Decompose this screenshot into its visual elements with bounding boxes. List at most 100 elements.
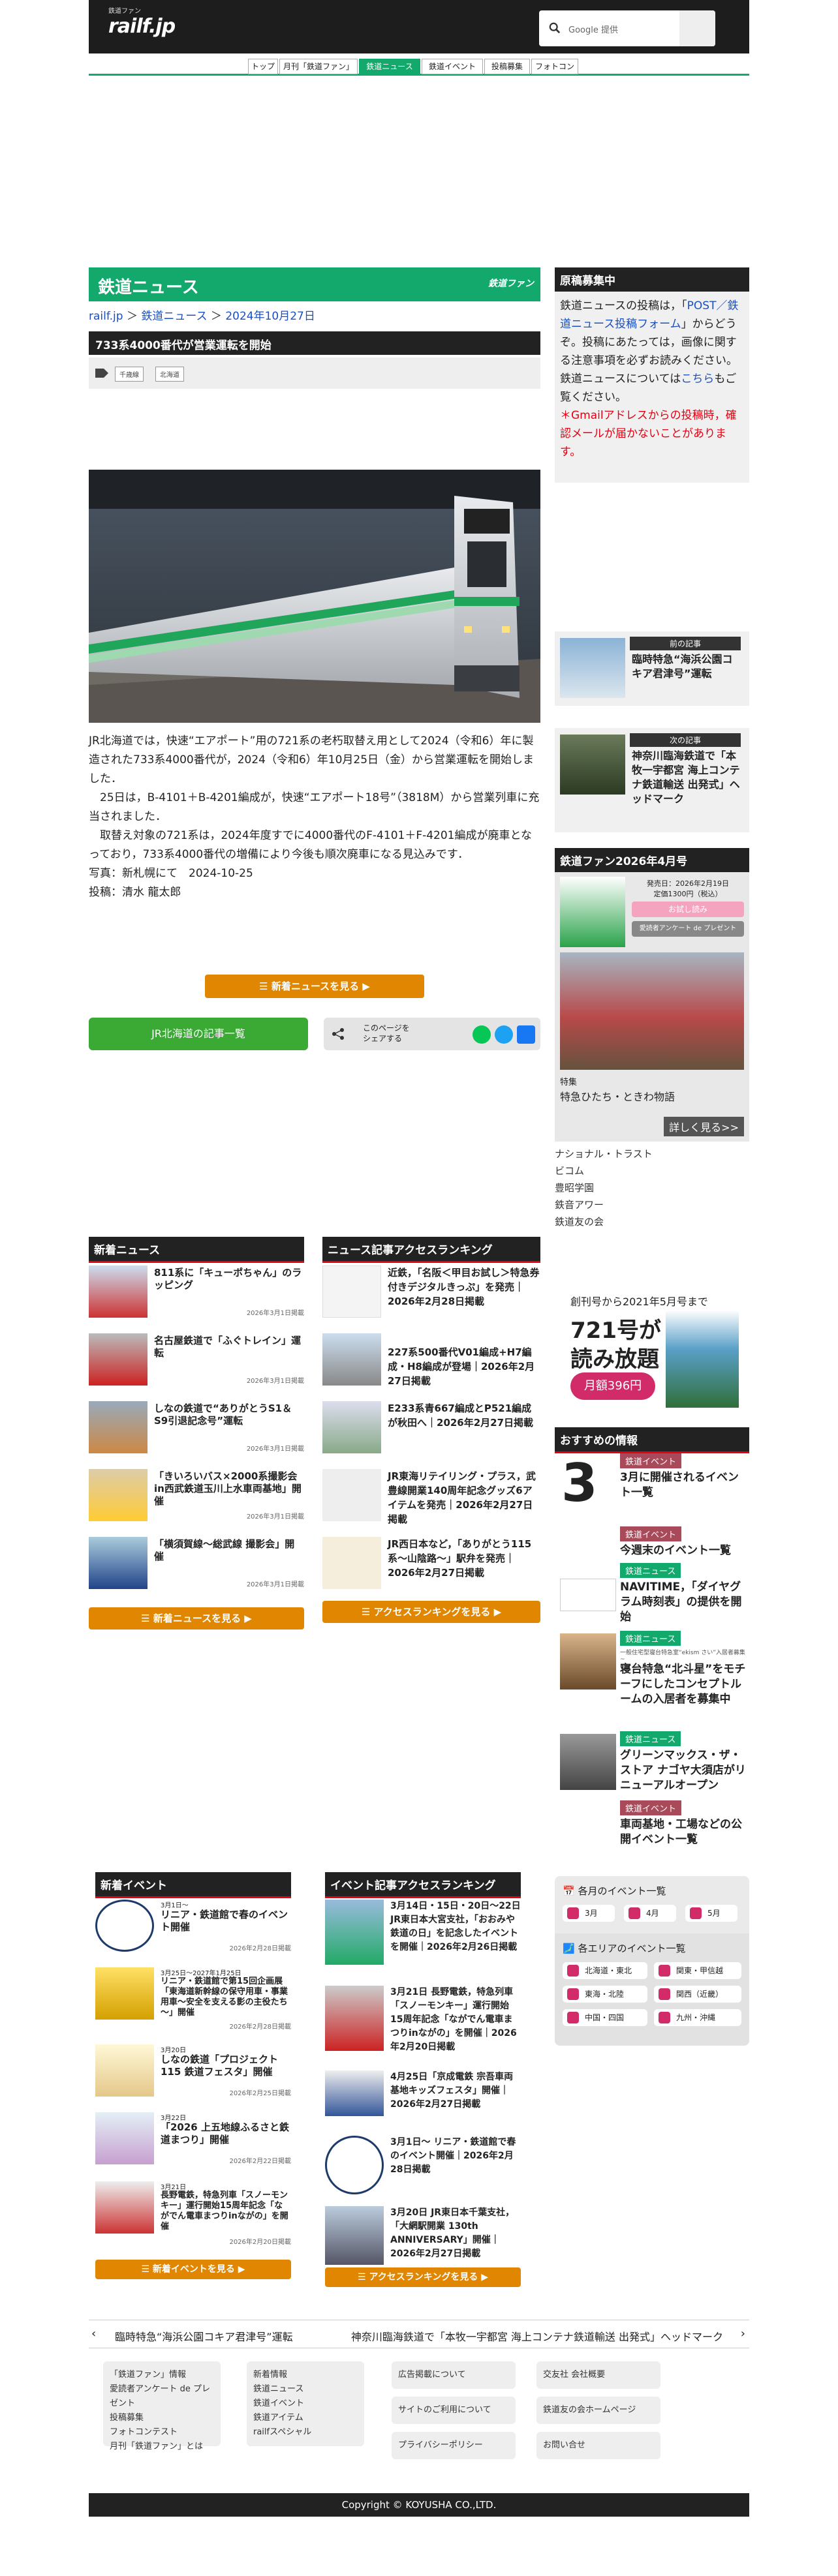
subscription-promo[interactable]: 創刊号から2021年5月号まで 721号が 読み放題 月額396円	[555, 1286, 749, 1417]
tab-photocon[interactable]: フォトコン	[531, 59, 578, 74]
ranking-item[interactable]: 3月14日・15日・20日～22日 JR東日本大宮支社，「おおみや鉄道の日」を記…	[325, 1900, 521, 1978]
news-item[interactable]: 「横須賀線～総武線 撮影会」開催 2026年3月1日掲載	[89, 1537, 304, 1602]
main-nav: トップ 月刊「鉄道ファン」 鉄道ニュース 鉄道イベント 投稿募集 フォトコン	[89, 53, 749, 76]
month-link-3[interactable]: 3月	[563, 1905, 615, 1922]
news-item[interactable]: 名古屋鉄道で「ふぐトレイン」運転 2026年3月1日掲載	[89, 1333, 304, 1399]
event-item[interactable]: 3月20日 しなの鉄道「プロジェクト115 鉄道フェスタ」開催 2026年2月2…	[95, 2044, 291, 2103]
trial-read-button[interactable]: お試し読み	[632, 902, 744, 917]
tab-magazine[interactable]: 月刊「鉄道ファン」	[279, 59, 358, 74]
magazine-cover[interactable]	[560, 877, 625, 947]
area-link[interactable]: 中国・四国	[563, 2009, 647, 2026]
event-item[interactable]: 3月21日 長野電鉄，特急列車「スノーモンキー」運行開始15周年記念「ながでん電…	[95, 2181, 291, 2247]
sponsor-link[interactable]: 豊昭学園	[555, 1181, 653, 1198]
chevron-left-icon[interactable]: ‹	[91, 2327, 96, 2341]
magazine-more-link[interactable]: 詳しく見る>>	[664, 1117, 744, 1136]
footer-link[interactable]: 「鉄道ファン」情報	[110, 2368, 214, 2382]
area-icon	[567, 1988, 579, 2000]
event-item[interactable]: 3月25日～2027年1月25日 リニア・鉄道館で第15回企画展「東海道新幹線の…	[95, 1967, 291, 2033]
share-box: このページを シェアする	[324, 1018, 540, 1050]
more-news-button[interactable]: ☰ 新着ニュースを見る ▶	[205, 975, 424, 998]
news-item[interactable]: しなの鉄道で“ありがとうS1＆S9引退記念号”運転 2026年3月1日掲載	[89, 1401, 304, 1466]
search-input[interactable]: Google 提供	[568, 23, 618, 35]
event-item[interactable]: 3月22日 「2026 上五地線ふるさと鉄道まつり」開催 2026年2月22日掲…	[95, 2112, 291, 2171]
facebook-share-icon[interactable]	[517, 1025, 535, 1044]
jr-hokkaido-articles-button[interactable]: JR北海道の記事一覧	[89, 1018, 308, 1050]
tag-chitose[interactable]: 千歳線	[115, 367, 144, 382]
more-news-button-2[interactable]: ☰ 新着ニュースを見る ▶	[89, 1607, 304, 1629]
sponsor-link[interactable]: 鉄音アワー	[555, 1198, 653, 1215]
event-thumb	[95, 1967, 154, 2020]
ranking-item[interactable]: 3月20日 JR東日本千葉支社，「大網駅開業 130th ANNIVERSARY…	[325, 2206, 521, 2265]
footer-link[interactable]: 愛読者アンケート de プレゼント	[110, 2382, 214, 2411]
tab-events[interactable]: 鉄道イベント	[422, 59, 483, 74]
chevron-right-icon[interactable]: ›	[741, 2327, 745, 2341]
feature-photo[interactable]	[560, 952, 744, 1070]
footer-link[interactable]: 鉄道ニュース	[253, 2382, 358, 2397]
survey-button[interactable]: 愛読者アンケート de プレゼント	[632, 921, 744, 937]
ranking-item[interactable]: 3月21日 長野電鉄，特急列車「スノーモンキー」運行開始15周年記念「ながでん電…	[325, 1986, 521, 2057]
search-icon	[549, 22, 561, 34]
footer-link[interactable]: 鉄道アイテム	[253, 2411, 358, 2425]
prev-article[interactable]: 前の記事 臨時特急“海浜公園コキア君津号”運転	[555, 631, 749, 706]
footer-link[interactable]: 新着情報	[253, 2368, 358, 2382]
event-item[interactable]: 3月1日～ リニア・鉄道館で春のイベント開催 2026年2月28日掲載	[95, 1900, 291, 1958]
footer-link[interactable]: 交友社 会社概要	[536, 2361, 660, 2389]
area-link[interactable]: 関東・甲信越	[654, 1962, 741, 1979]
more-events-button[interactable]: ☰ 新着イベントを見る ▶	[95, 2260, 291, 2279]
footer-link[interactable]: 鉄道イベント	[253, 2397, 358, 2411]
crumb-news[interactable]: 鉄道ニュース	[141, 310, 207, 323]
search-box[interactable]: Google 提供	[539, 10, 715, 46]
ranking-item[interactable]: 227系500番代V01編成+H7編成・H8編成が登場｜2026年2月27日掲載	[322, 1333, 540, 1399]
tab-submissions[interactable]: 投稿募集	[484, 59, 530, 74]
sponsor-link[interactable]: ビコム	[555, 1164, 653, 1181]
footer-link[interactable]: 鉄道友の会ホームページ	[536, 2397, 660, 2424]
news-item[interactable]: 「きいろいバス×2000系撮影会in西武鉄道玉川上水車両基地」開催 2026年3…	[89, 1469, 304, 1534]
recommend-item[interactable]: 鉄道ニュース 一般住宅型寝台特急室“ekism さい”入居者募集 ~ 寝台特急“…	[555, 1631, 749, 1716]
crumb-date[interactable]: 2024年10月27日	[225, 310, 315, 323]
footer-link[interactable]: railfスペシャル	[253, 2425, 358, 2440]
event-ranking-button[interactable]: ☰ アクセスランキングを見る ▶	[325, 2267, 521, 2287]
tab-top[interactable]: トップ	[248, 59, 278, 74]
news-item[interactable]: 811系に「キューポちゃん」のラッピング 2026年3月1日掲載	[89, 1265, 304, 1331]
sponsor-link[interactable]: ナショナル・トラスト	[555, 1147, 653, 1164]
search-button[interactable]	[679, 10, 715, 46]
access-ranking-button[interactable]: ☰ アクセスランキングを見る ▶	[322, 1601, 540, 1623]
ranking-item[interactable]: 近鉄，「名阪＜甲目お試し＞特急券付きデジタルきっぷ」を発売｜2026年2月28日…	[322, 1265, 540, 1331]
footer-link[interactable]: 月刊「鉄道ファン」とは	[110, 2440, 214, 2454]
footer-link[interactable]: お問い合せ	[536, 2432, 660, 2459]
tab-news[interactable]: 鉄道ニュース	[359, 59, 420, 74]
recommend-item[interactable]: 鉄道ニュース グリーンマックス・ザ・ストア ナゴヤ大須店がリニューアルオープン	[555, 1731, 749, 1792]
ranking-item[interactable]: JR東海リテイリング・プラス，武豊線開業140周年記念グッズ6アイテムを発売｜2…	[322, 1469, 540, 1534]
footer-link[interactable]: 投稿募集	[110, 2411, 214, 2425]
area-link[interactable]: 東海・北陸	[563, 1986, 647, 2003]
sponsor-link[interactable]: 鉄道友の会	[555, 1215, 653, 1232]
site-logo[interactable]: 鉄道ファン railf.jp	[108, 5, 176, 38]
footer-link[interactable]: プライバシーポリシー	[392, 2432, 516, 2459]
footer-link[interactable]: サイトのご利用について	[392, 2397, 516, 2424]
news-list: 811系に「キューポちゃん」のラッピング 2026年3月1日掲載 名古屋鉄道で「…	[89, 1265, 304, 1618]
ranking-item[interactable]: 4月25日「京成電鉄 宗吾車両基地キッズフェスタ」開催｜2026年2月27日掲載	[325, 2070, 521, 2129]
pager-next[interactable]: 神奈川臨海鉄道で「本牧一宇都宮 海上コンテナ鉄道輸送 出発式」ヘッドマーク	[351, 2328, 723, 2344]
area-link[interactable]: 北海道・東北	[563, 1962, 647, 1979]
ranking-item[interactable]: JR西日本など，「ありがとう115系～山陰路～」駅弁を発売｜2026年2月27日…	[322, 1537, 540, 1602]
next-article[interactable]: 次の記事 神奈川臨海鉄道で「本牧一宇都宮 海上コンテナ鉄道輸送 出発式」ヘッドマ…	[555, 728, 749, 832]
month-link-4[interactable]: 4月	[624, 1905, 676, 1922]
ranking-item[interactable]: 3月1日～ リニア・鉄道館で春のイベント開催｜2026年2月28日掲載	[325, 2136, 521, 2198]
recommend-item[interactable]: 鉄道イベント 車両基地・工場などの公開イベント一覧	[555, 1800, 749, 1853]
recommend-item[interactable]: 鉄道ニュース NAVITIME，「ダイヤグラム時刻表」の提供を開始	[555, 1563, 749, 1624]
area-icon	[567, 1965, 579, 1977]
crumb-home[interactable]: railf.jp	[89, 310, 123, 323]
footer-link[interactable]: フォトコンテスト	[110, 2425, 214, 2440]
line-share-icon[interactable]	[473, 1025, 491, 1044]
area-link[interactable]: 九州・沖縄	[654, 2009, 741, 2026]
news-about-link[interactable]: こちら	[681, 372, 714, 386]
area-link[interactable]: 関西（近畿）	[654, 1986, 741, 2003]
footer-link[interactable]: 広告掲載について	[392, 2361, 516, 2389]
recommend-item[interactable]: 3 鉄道イベント 3月に開催されるイベント一覧	[555, 1453, 749, 1519]
month-link-5[interactable]: 5月	[685, 1905, 737, 1922]
article-title: 733系4000番代が営業運転を開始	[89, 331, 540, 355]
twitter-share-icon[interactable]	[495, 1025, 513, 1044]
pager-prev[interactable]: 臨時特急“海浜公園コキア君津号”運転	[115, 2328, 293, 2344]
ranking-item[interactable]: E233系青667編成とP521編成が秋田へ｜2026年2月27日掲載	[322, 1401, 540, 1466]
tag-hokkaido[interactable]: 北海道	[155, 367, 184, 382]
